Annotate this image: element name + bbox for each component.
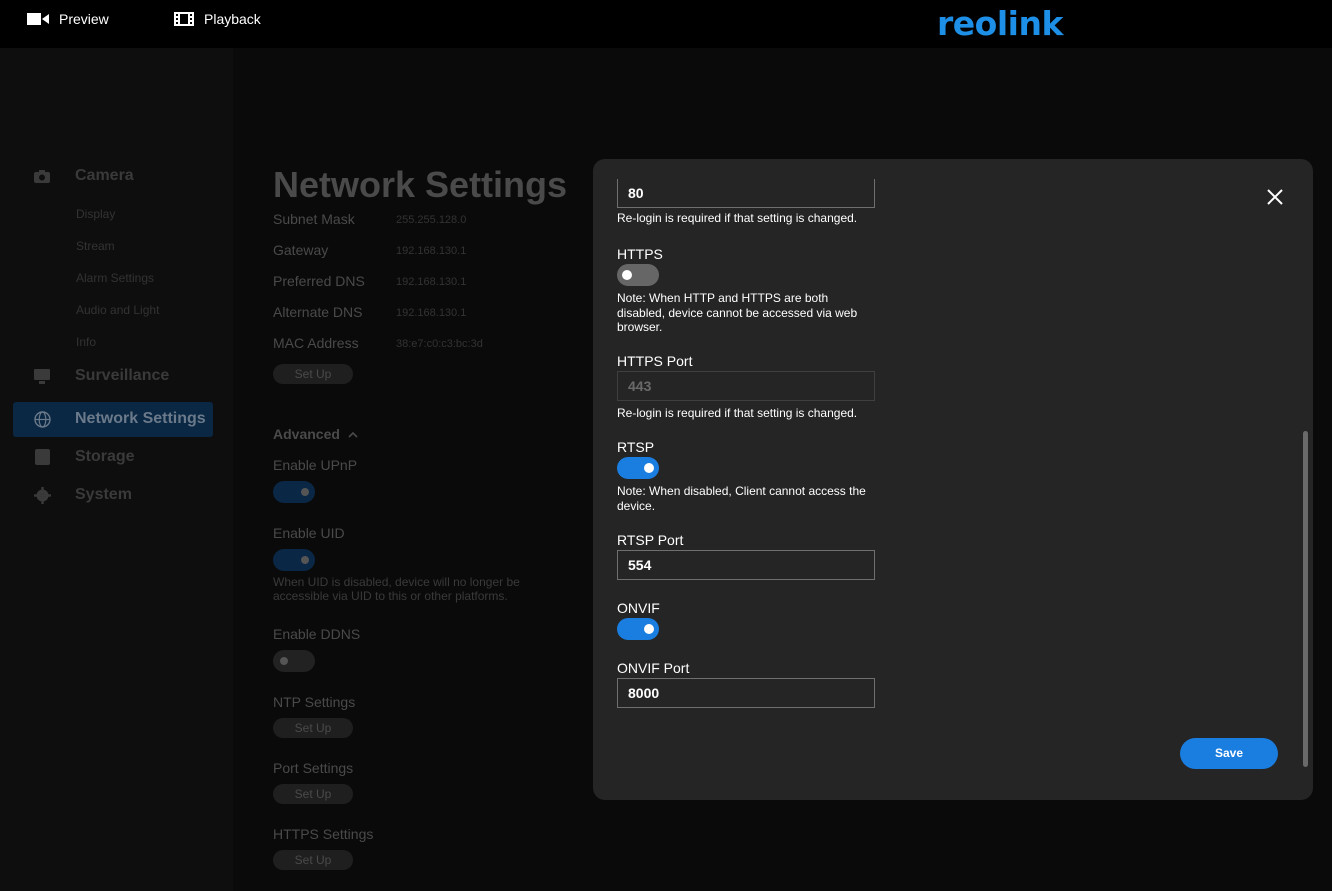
modal-scrollbar[interactable] xyxy=(1303,431,1308,767)
sidebar-item-label: Storage xyxy=(75,448,135,465)
toggle-knob xyxy=(301,556,309,564)
uid-toggle[interactable] xyxy=(273,549,315,571)
nav-preview-label: Preview xyxy=(59,11,109,27)
sidebar-subitem-display[interactable]: Display xyxy=(76,207,115,221)
ntp-settings-label: NTP Settings xyxy=(273,694,356,710)
ddns-toggle[interactable] xyxy=(273,650,315,672)
video-camera-icon xyxy=(27,13,49,25)
sidebar-item-system[interactable]: System xyxy=(33,486,132,504)
reolink-logo: reolink xyxy=(937,4,1063,43)
https-settings-label: HTTPS Settings xyxy=(273,826,374,842)
https-port-label: HTTPS Port xyxy=(617,353,693,369)
mac-address-label: MAC Address xyxy=(273,335,359,351)
toggle-knob xyxy=(622,270,632,280)
sidebar-item-label: System xyxy=(75,486,132,503)
alternate-dns-value: 192.168.130.1 xyxy=(396,307,467,319)
close-icon[interactable] xyxy=(1265,187,1285,207)
https-toggle[interactable] xyxy=(617,264,659,286)
subnet-mask-value: 255.255.128.0 xyxy=(396,214,467,226)
mac-address-value: 38:e7:c0:c3:bc:3d xyxy=(396,338,483,350)
toggle-knob xyxy=(644,463,654,473)
monitor-icon xyxy=(33,368,51,384)
sidebar-subitem-stream[interactable]: Stream xyxy=(76,239,115,253)
sidebar-subitem-audio-light[interactable]: Audio and Light xyxy=(76,303,159,317)
sidebar-subitem-info[interactable]: Info xyxy=(76,335,96,349)
https-note: Note: When HTTP and HTTPS are both disab… xyxy=(617,291,858,334)
sidebar-item-storage[interactable]: Storage xyxy=(33,448,135,466)
upnp-label: Enable UPnP xyxy=(273,457,358,473)
sidebar-item-surveillance[interactable]: Surveillance xyxy=(33,367,169,385)
advanced-label: Advanced xyxy=(273,426,340,442)
sidebar-item-label: Camera xyxy=(75,167,134,184)
https-relogin-note: Re-login is required if that setting is … xyxy=(617,406,858,420)
nav-playback-label: Playback xyxy=(204,11,261,27)
sidebar-item-label: Network Settings xyxy=(75,410,206,427)
globe-icon xyxy=(33,410,51,428)
rtsp-port-input[interactable]: 554 xyxy=(617,550,875,580)
toggle-knob xyxy=(280,657,288,665)
port-setup-button[interactable]: Set Up xyxy=(273,784,353,804)
nav-playback[interactable]: Playback xyxy=(174,11,261,27)
uid-note: When UID is disabled, device will no lon… xyxy=(273,575,520,603)
https-port-input[interactable]: 443 xyxy=(617,371,875,401)
sidebar-item-label: Surveillance xyxy=(75,367,170,384)
http-relogin-note: Re-login is required if that setting is … xyxy=(617,211,858,225)
rtsp-label: RTSP xyxy=(617,439,655,455)
sidebar-subitem-alarm-settings[interactable]: Alarm Settings xyxy=(76,271,154,285)
preferred-dns-label: Preferred DNS xyxy=(273,273,365,289)
gateway-label: Gateway xyxy=(273,242,329,258)
toggle-knob xyxy=(301,488,309,496)
gear-icon xyxy=(33,486,51,504)
port-settings-label: Port Settings xyxy=(273,760,354,776)
upnp-toggle[interactable] xyxy=(273,481,315,503)
http-port-input[interactable]: 80 xyxy=(617,179,875,208)
onvif-port-label: ONVIF Port xyxy=(617,660,690,676)
https-label: HTTPS xyxy=(617,246,663,262)
rtsp-port-label: RTSP Port xyxy=(617,532,684,548)
page-title: Network Settings xyxy=(273,164,568,205)
preferred-dns-value: 192.168.130.1 xyxy=(396,276,467,288)
camera-icon xyxy=(33,168,51,184)
ntp-setup-button[interactable]: Set Up xyxy=(273,718,353,738)
onvif-label: ONVIF xyxy=(617,600,660,616)
onvif-toggle[interactable] xyxy=(617,618,659,640)
storage-icon xyxy=(33,449,51,465)
nav-preview[interactable]: Preview xyxy=(27,11,109,27)
sidebar-item-network-settings[interactable]: Network Settings xyxy=(33,410,206,428)
https-setup-button[interactable]: Set Up xyxy=(273,850,353,870)
film-icon xyxy=(174,12,194,26)
save-button[interactable]: Save xyxy=(1180,738,1278,769)
uid-label: Enable UID xyxy=(273,525,345,541)
network-setup-button[interactable]: Set Up xyxy=(273,364,353,384)
chevron-up-icon xyxy=(348,431,358,438)
rtsp-note: Note: When disabled, Client cannot acces… xyxy=(617,484,866,513)
ddns-label: Enable DDNS xyxy=(273,626,361,642)
alternate-dns-label: Alternate DNS xyxy=(273,304,363,320)
subnet-mask-label: Subnet Mask xyxy=(273,211,355,227)
sidebar-item-camera[interactable]: Camera xyxy=(33,167,134,185)
rtsp-toggle[interactable] xyxy=(617,457,659,479)
advanced-toggle[interactable]: Advanced xyxy=(273,426,358,442)
top-bar: Preview Playback reolink xyxy=(0,0,1332,48)
onvif-port-input[interactable]: 8000 xyxy=(617,678,875,708)
gateway-value: 192.168.130.1 xyxy=(396,245,467,257)
toggle-knob xyxy=(644,624,654,634)
